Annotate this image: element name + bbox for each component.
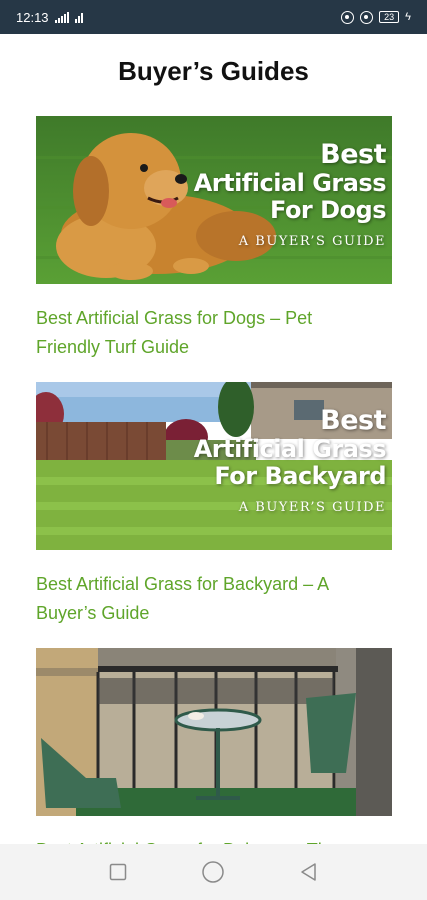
article-title-link[interactable]: Best Artificial Grass for Backyard – A B… [36, 570, 376, 628]
overlay-line-3: For Backyard [214, 462, 386, 490]
article-thumbnail-dog[interactable]: Best Artificial Grass For Dogs A BUYER’S… [36, 116, 392, 284]
signal-icon-2 [74, 12, 83, 23]
eye-comfort-icon [341, 10, 355, 24]
home-button[interactable] [193, 852, 233, 892]
article-card: Best Artificial Grass For Dogs A BUYER’S… [36, 116, 392, 362]
back-triangle-icon [301, 863, 316, 881]
data-saver-icon [360, 10, 374, 24]
charging-icon: ϟ [405, 11, 411, 23]
balcony-table-image [36, 648, 392, 816]
recents-square-icon [109, 863, 127, 881]
status-bar: 12:13 23 ϟ [0, 0, 427, 34]
page-title: Buyer’s Guides [118, 56, 309, 86]
status-right: 23 ϟ [341, 10, 411, 24]
battery-icon: 23 [379, 11, 400, 23]
overlay-subtitle: A BUYER’S GUIDE [238, 500, 386, 515]
system-nav-bar [0, 844, 427, 900]
signal-icon [54, 11, 69, 23]
overlay-line-2: Artificial Grass [193, 435, 387, 463]
thumbnail-overlay-text: Best Artificial Grass For Backyard A BUY… [193, 405, 387, 516]
overlay-line-3: For Dogs [270, 196, 386, 224]
article-title-link[interactable]: Best Artificial Grass for Dogs – Pet Fri… [36, 304, 376, 362]
battery-level: 23 [384, 11, 395, 22]
article-thumbnail-balcony[interactable] [36, 648, 392, 816]
home-circle-icon [202, 861, 225, 883]
back-button[interactable] [289, 852, 329, 892]
overlay-subtitle: A BUYER’S GUIDE [238, 234, 386, 249]
thumbnail-overlay-text: Best Artificial Grass For Dogs A BUYER’S… [193, 139, 387, 250]
overlay-line-2: Artificial Grass [193, 169, 387, 197]
article-card: Best Artificial Grass for Balcony – The [36, 648, 392, 865]
overlay-line-1: Best [320, 139, 386, 170]
status-left: 12:13 [16, 10, 83, 25]
status-time: 12:13 [16, 9, 49, 25]
recents-button[interactable] [98, 852, 138, 892]
article-thumbnail-backyard[interactable]: Best Artificial Grass For Backyard A BUY… [36, 382, 392, 550]
overlay-line-1: Best [320, 405, 386, 436]
article-card: Best Artificial Grass For Backyard A BUY… [36, 382, 392, 628]
